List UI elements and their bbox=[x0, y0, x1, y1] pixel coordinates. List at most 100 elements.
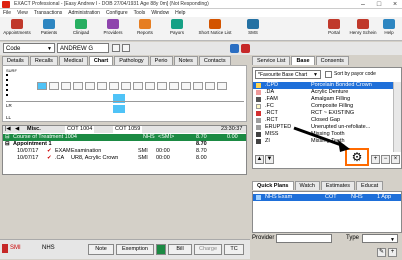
menu-administration[interactable]: Administration bbox=[65, 9, 103, 17]
edit-plan-icon[interactable]: ✎ bbox=[377, 248, 386, 257]
short-notice-button[interactable]: Short Notice List bbox=[194, 18, 236, 40]
first-icon[interactable]: |◀ bbox=[5, 126, 11, 133]
patient-action-icon[interactable] bbox=[230, 44, 239, 53]
tab-contacts[interactable]: Contacts bbox=[198, 56, 231, 65]
tooth[interactable] bbox=[157, 82, 167, 90]
tab-education[interactable]: Educat bbox=[356, 181, 384, 190]
cot-tab-1059[interactable]: COT 1059 bbox=[113, 126, 143, 133]
list-item[interactable]: NHS Exam COT NHS 1 App bbox=[253, 194, 401, 201]
tooth[interactable] bbox=[181, 82, 191, 90]
maximize-icon[interactable]: □ bbox=[372, 0, 386, 9]
menu-transactions[interactable]: Transactions bbox=[31, 9, 65, 17]
base-chart-dropdown[interactable]: *Favourite Base Chart ▼ bbox=[255, 70, 321, 79]
portal-button[interactable]: Portal bbox=[322, 18, 346, 40]
tooth[interactable] bbox=[85, 82, 95, 90]
exemption-button[interactable]: Exemption bbox=[116, 244, 154, 255]
table-row[interactable]: 10/07/17 ✔ .CA UR8, Acrylic Crown SMI 00… bbox=[3, 155, 246, 162]
bill-button[interactable]: Bill bbox=[168, 244, 192, 255]
tab-perio[interactable]: Perio bbox=[149, 56, 173, 65]
tab-consents[interactable]: Consents bbox=[315, 56, 349, 65]
minus-icon[interactable]: ⊟ bbox=[5, 134, 10, 141]
course-row[interactable]: ⊟ Course of Treatment 1004 NHS <SMI> 8.7… bbox=[3, 134, 246, 141]
minimize-icon[interactable]: – bbox=[356, 0, 370, 9]
clinipad-button[interactable]: Clinipad bbox=[66, 18, 96, 40]
tooth[interactable] bbox=[169, 82, 179, 90]
service-scrollbar[interactable] bbox=[393, 82, 401, 152]
help-button[interactable]: Help bbox=[378, 18, 400, 40]
minus-icon[interactable]: ⊟ bbox=[5, 141, 10, 148]
tooth[interactable] bbox=[97, 82, 107, 90]
pointer-arrow bbox=[293, 126, 350, 152]
tooth[interactable] bbox=[217, 82, 227, 90]
remove-icon[interactable]: − bbox=[381, 155, 390, 164]
list-item[interactable]: .FC Composite Filling bbox=[253, 103, 393, 110]
list-item[interactable]: .RCT Closed Gap bbox=[253, 117, 393, 124]
sms-button[interactable]: SMS bbox=[238, 18, 268, 40]
tooth[interactable] bbox=[145, 82, 155, 90]
tab-notes[interactable]: Notes bbox=[173, 56, 198, 65]
move-down-icon[interactable]: ▼ bbox=[265, 155, 274, 164]
table-row[interactable]: 10/07/17 ✔ EXAM Examination SMI 00:00 8.… bbox=[3, 148, 246, 155]
check-icon: ✔ bbox=[47, 155, 52, 161]
tab-recalls[interactable]: Recalls bbox=[29, 56, 58, 65]
tooth-ur8[interactable] bbox=[37, 82, 47, 90]
code-dropdown[interactable]: Code ▼ bbox=[3, 43, 55, 53]
note-button[interactable]: Note bbox=[88, 244, 114, 255]
patient-search-icon[interactable] bbox=[112, 44, 120, 52]
type-dropdown[interactable]: ▼ bbox=[362, 234, 398, 243]
list-item[interactable]: .RCT RCT ~ EXISTING bbox=[253, 110, 393, 117]
tc-button[interactable]: TC bbox=[224, 244, 244, 255]
dental-chart[interactable]: SURF LR LL bbox=[2, 65, 247, 122]
tab-estimates[interactable]: Estimates bbox=[320, 181, 356, 190]
tooth[interactable] bbox=[109, 82, 119, 90]
menu-tools[interactable]: Tools bbox=[131, 9, 149, 17]
charge-button[interactable]: Charge bbox=[194, 244, 222, 255]
close-icon[interactable]: × bbox=[388, 0, 402, 9]
menu-configure[interactable]: Configure bbox=[103, 9, 131, 17]
providers-button[interactable]: Providers bbox=[98, 18, 128, 40]
green-flag-icon[interactable] bbox=[156, 244, 166, 255]
menu-view[interactable]: View bbox=[14, 9, 31, 17]
cot-tab-1004[interactable]: COT 1004 bbox=[65, 126, 95, 133]
provider-field[interactable] bbox=[276, 234, 332, 243]
reports-button[interactable]: Reports bbox=[130, 18, 160, 40]
prev-icon[interactable]: ◀ bbox=[15, 126, 19, 133]
payors-button[interactable]: Payors bbox=[162, 18, 192, 40]
list-item[interactable]: .FAM Amalgam Filling bbox=[253, 96, 393, 103]
tooth[interactable] bbox=[61, 82, 71, 90]
list-item[interactable]: .DA Acrylic Denture bbox=[253, 89, 393, 96]
tab-details[interactable]: Details bbox=[2, 56, 29, 65]
delete-icon[interactable]: × bbox=[391, 155, 400, 164]
menu-help[interactable]: Help bbox=[172, 9, 188, 17]
tab-watch[interactable]: Watch bbox=[294, 181, 320, 190]
chart-marker bbox=[6, 94, 8, 96]
menu-file[interactable]: File bbox=[0, 9, 14, 17]
tab-medical[interactable]: Medical bbox=[58, 56, 88, 65]
tab-pathology[interactable]: Pathology bbox=[114, 56, 149, 65]
tab-service-list[interactable]: Service List bbox=[252, 56, 291, 65]
tab-base[interactable]: Base bbox=[291, 56, 315, 65]
tooth[interactable] bbox=[133, 82, 143, 90]
list-item[interactable]: .CPD Porcelain Bonded Crown bbox=[253, 82, 393, 89]
add-icon[interactable]: + bbox=[371, 155, 380, 164]
tab-chart[interactable]: Chart bbox=[88, 56, 114, 65]
add-plan-icon[interactable]: + bbox=[388, 248, 397, 257]
menu-window[interactable]: Window bbox=[148, 9, 172, 17]
tooth[interactable] bbox=[121, 82, 131, 90]
service-icon bbox=[256, 104, 261, 109]
henry-schein-button[interactable]: Henry Schein bbox=[348, 18, 378, 40]
tooth[interactable] bbox=[193, 82, 203, 90]
chart-marker bbox=[6, 79, 8, 81]
tooth[interactable] bbox=[205, 82, 215, 90]
patient-name-field[interactable]: ANDREW G bbox=[57, 43, 109, 53]
patient-list-icon[interactable] bbox=[122, 44, 130, 52]
tab-quick-plans[interactable]: Quick Plans bbox=[252, 181, 294, 190]
tooth[interactable] bbox=[49, 82, 59, 90]
tooth[interactable] bbox=[73, 82, 83, 90]
patients-button[interactable]: Patients bbox=[34, 18, 64, 40]
move-up-icon[interactable]: ▲ bbox=[255, 155, 264, 164]
appointment-row[interactable]: ⊟ Appointment 1 8.70 bbox=[3, 141, 246, 148]
patient-alert-icon[interactable] bbox=[241, 44, 250, 53]
sort-checkbox[interactable] bbox=[325, 71, 332, 78]
appointments-button[interactable]: Appointments bbox=[2, 18, 32, 40]
